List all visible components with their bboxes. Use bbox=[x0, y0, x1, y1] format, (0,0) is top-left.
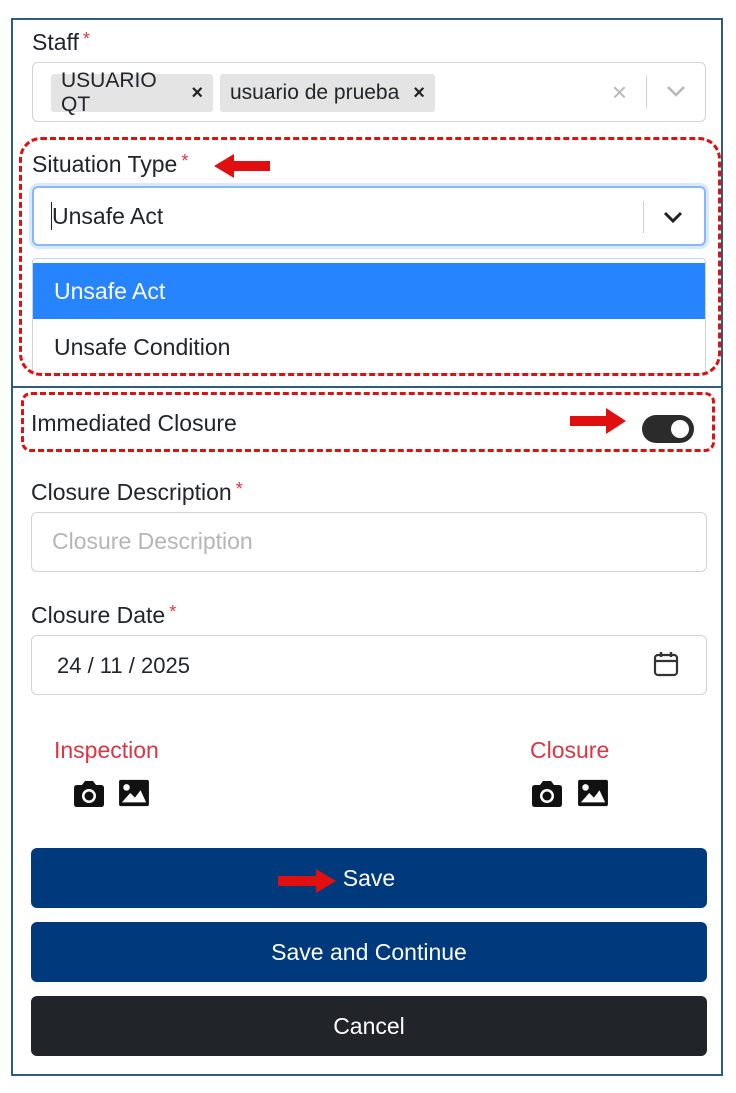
situation-type-label: Situation Type * bbox=[32, 151, 189, 177]
closure-title: Closure bbox=[530, 737, 610, 763]
dropdown-option-unsafe-act[interactable]: Unsafe Act bbox=[33, 263, 705, 319]
staff-multiselect[interactable]: USUARIO QT × usuario de prueba × × bbox=[32, 62, 706, 122]
chip-label: USUARIO QT bbox=[61, 69, 157, 116]
required-mark: * bbox=[169, 602, 177, 622]
closure-date-value: 24 / 11 / 2025 bbox=[57, 653, 190, 678]
arrow-right-icon bbox=[570, 408, 626, 434]
situation-type-value: Unsafe Act bbox=[52, 203, 164, 229]
indicator-separator bbox=[646, 76, 647, 108]
required-mark: * bbox=[181, 151, 189, 171]
required-mark: * bbox=[82, 29, 90, 49]
indicator-separator bbox=[643, 201, 644, 233]
chip-remove-icon[interactable]: × bbox=[413, 82, 425, 105]
staff-chip: usuario de prueba × bbox=[220, 74, 435, 112]
arrow-left-icon bbox=[214, 154, 270, 178]
required-mark: * bbox=[235, 479, 243, 499]
save-and-continue-label: Save and Continue bbox=[271, 938, 467, 965]
inspection-title: Inspection bbox=[54, 737, 159, 763]
camera-icon[interactable] bbox=[530, 780, 564, 808]
immediated-closure-label: Immediated Closure bbox=[31, 410, 237, 436]
chip-remove-icon[interactable]: × bbox=[191, 82, 203, 105]
closure-description-input[interactable]: Closure Description bbox=[31, 512, 707, 572]
closure-description-label: Closure Description * bbox=[31, 479, 243, 505]
camera-icon[interactable] bbox=[72, 780, 106, 808]
calendar-icon[interactable] bbox=[653, 651, 679, 677]
staff-chip: USUARIO QT × bbox=[51, 69, 213, 116]
cancel-button[interactable]: Cancel bbox=[31, 996, 707, 1056]
image-icon[interactable] bbox=[576, 779, 610, 807]
immediated-closure-toggle[interactable] bbox=[642, 415, 694, 443]
closure-date-label: Closure Date * bbox=[31, 602, 177, 628]
save-button-label: Save bbox=[342, 864, 396, 891]
situation-type-select[interactable]: Unsafe Act bbox=[32, 186, 706, 246]
closure-date-input[interactable]: 24 / 11 / 2025 bbox=[31, 635, 707, 695]
chevron-down-icon[interactable] bbox=[665, 83, 687, 99]
staff-label: Staff * bbox=[32, 29, 90, 55]
dropdown-option-unsafe-condition[interactable]: Unsafe Condition bbox=[33, 319, 705, 373]
arrow-right-icon bbox=[278, 869, 336, 893]
clear-all-icon[interactable]: × bbox=[612, 77, 627, 108]
toggle-knob bbox=[671, 420, 689, 438]
chip-label: usuario de prueba bbox=[230, 81, 400, 104]
save-button[interactable]: Save bbox=[31, 848, 707, 908]
chevron-down-icon[interactable] bbox=[662, 209, 684, 225]
save-and-continue-button[interactable]: Save and Continue bbox=[31, 922, 707, 982]
situation-type-dropdown: Unsafe Act Unsafe Condition bbox=[32, 258, 706, 374]
cancel-button-label: Cancel bbox=[333, 1012, 405, 1039]
image-icon[interactable] bbox=[117, 779, 151, 807]
